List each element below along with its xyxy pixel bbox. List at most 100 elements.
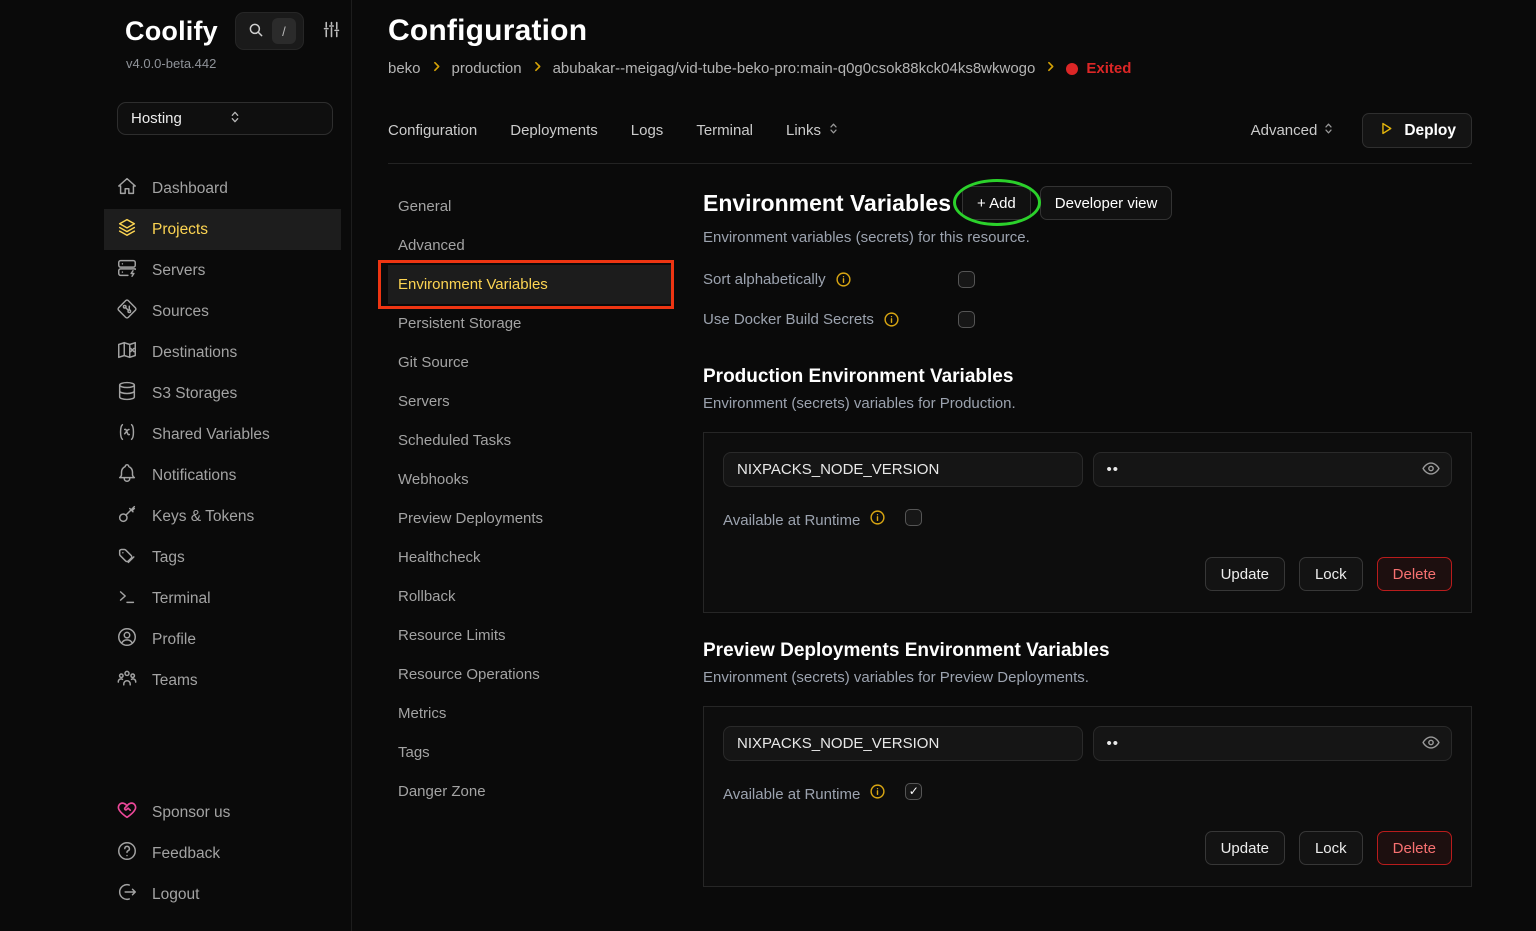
subnav-item-metrics[interactable]: Metrics — [388, 694, 672, 733]
sidebar-item-label: Sources — [152, 303, 209, 321]
search-button[interactable]: / — [235, 12, 304, 50]
team-select-value: Hosting — [131, 110, 227, 127]
subnav-item-healthcheck[interactable]: Healthcheck — [388, 538, 672, 577]
sidebar-item-notifications[interactable]: Notifications — [104, 455, 341, 496]
deploy-button[interactable]: Deploy — [1362, 113, 1472, 148]
environment-variables-panel: Environment Variables + Add Developer vi… — [672, 164, 1472, 931]
subnav-item-rollback[interactable]: Rollback — [388, 577, 672, 616]
subnav-item-danger-zone[interactable]: Danger Zone — [388, 772, 672, 811]
chevron-updown-icon — [227, 109, 323, 129]
sidebar-item-label: Destinations — [152, 344, 237, 362]
sidebar-item-sponsor[interactable]: Sponsor us — [104, 792, 341, 833]
chevron-right-icon — [531, 60, 544, 77]
eye-icon — [1421, 458, 1441, 481]
sidebar-item-label: Projects — [152, 221, 208, 239]
help-circle-icon — [116, 840, 138, 867]
developer-view-button[interactable]: Developer view — [1040, 186, 1173, 220]
sidebar-item-shared-variables[interactable]: Shared Variables — [104, 414, 341, 455]
subnav-item-persistent-storage[interactable]: Persistent Storage — [388, 304, 672, 343]
sidebar-item-sources[interactable]: Sources — [104, 291, 341, 332]
search-icon — [247, 21, 265, 42]
sidebar-item-teams[interactable]: Teams — [104, 660, 341, 701]
subnav-item-servers[interactable]: Servers — [388, 382, 672, 421]
play-icon — [1378, 120, 1395, 142]
lock-button[interactable]: Lock — [1299, 557, 1363, 591]
subnav-item-git-source[interactable]: Git Source — [388, 343, 672, 382]
subnav-item-resource-limits[interactable]: Resource Limits — [388, 616, 672, 655]
breadcrumb-resource[interactable]: abubakar--meigag/vid-tube-beko-pro:main-… — [553, 60, 1036, 77]
subnav-item-webhooks[interactable]: Webhooks — [388, 460, 672, 499]
variable-value-input[interactable] — [1093, 726, 1453, 761]
available-at-runtime-row: Available at Runtime ✓ — [723, 505, 1452, 529]
map-icon — [116, 339, 138, 366]
advanced-dropdown[interactable]: Advanced — [1251, 121, 1337, 140]
sidebar-item-tags[interactable]: Tags — [104, 537, 341, 578]
tab-logs[interactable]: Logs — [631, 122, 664, 139]
available-at-runtime-row: Available at Runtime ✓ — [723, 779, 1452, 803]
git-icon — [116, 298, 138, 325]
delete-button[interactable]: Delete — [1377, 557, 1452, 591]
tab-links[interactable]: Links — [786, 121, 841, 140]
sidebar-item-label: Dashboard — [152, 180, 228, 198]
sidebar-item-label: Teams — [152, 672, 198, 690]
reveal-value-button[interactable] — [1421, 732, 1441, 755]
sidebar-item-label: Terminal — [152, 590, 211, 608]
app-version: v4.0.0-beta.442 — [126, 56, 341, 71]
reveal-value-button[interactable] — [1421, 458, 1441, 481]
sidebar-item-keys-tokens[interactable]: Keys & Tokens — [104, 496, 341, 537]
variable-icon — [116, 421, 138, 448]
sort-alphabetically-checkbox[interactable]: ✓ — [958, 271, 975, 288]
sidebar-item-label: Keys & Tokens — [152, 508, 254, 526]
subnav-item-general[interactable]: General — [388, 187, 672, 226]
update-button[interactable]: Update — [1205, 831, 1285, 865]
runtime-label: Available at Runtime — [723, 786, 860, 803]
sidebar-item-dashboard[interactable]: Dashboard — [104, 168, 341, 209]
breadcrumb-project[interactable]: beko — [388, 60, 421, 77]
team-select[interactable]: Hosting — [117, 102, 333, 135]
subnav-item-advanced[interactable]: Advanced — [388, 226, 672, 265]
sidebar-item-servers[interactable]: Servers — [104, 250, 341, 291]
sidebar-item-label: S3 Storages — [152, 385, 237, 403]
subnav-item-scheduled-tasks[interactable]: Scheduled Tasks — [388, 421, 672, 460]
docker-build-secrets-checkbox[interactable]: ✓ — [958, 311, 975, 328]
toggle-label: Use Docker Build Secrets — [703, 311, 874, 328]
chevron-updown-icon — [1321, 121, 1336, 140]
production-env-section: Production Environment Variables Environ… — [703, 366, 1472, 613]
database-icon — [116, 380, 138, 407]
sidebar-item-s3-storages[interactable]: S3 Storages — [104, 373, 341, 414]
settings-subnav: General Advanced Environment Variables P… — [388, 164, 672, 931]
lock-button[interactable]: Lock — [1299, 831, 1363, 865]
runtime-checkbox[interactable]: ✓ — [905, 509, 922, 526]
tab-deployments[interactable]: Deployments — [510, 122, 598, 139]
sidebar-item-profile[interactable]: Profile — [104, 619, 341, 660]
info-icon — [883, 311, 900, 328]
subnav-item-environment-variables[interactable]: Environment Variables — [388, 265, 672, 304]
filter-sliders-button[interactable] — [321, 19, 342, 43]
status-badge: Exited — [1066, 60, 1131, 77]
add-variable-button[interactable]: + Add — [962, 186, 1031, 220]
runtime-checkbox[interactable]: ✓ — [905, 783, 922, 800]
eye-icon — [1421, 732, 1441, 755]
sidebar-item-feedback[interactable]: Feedback — [104, 833, 341, 874]
sidebar-item-terminal[interactable]: Terminal — [104, 578, 341, 619]
sidebar-item-logout[interactable]: Logout — [104, 874, 341, 915]
variable-value-input[interactable] — [1093, 452, 1453, 487]
sidebar-item-label: Feedback — [152, 845, 220, 863]
tab-configuration[interactable]: Configuration — [388, 122, 477, 139]
breadcrumb-environment[interactable]: production — [452, 60, 522, 77]
delete-button[interactable]: Delete — [1377, 831, 1452, 865]
update-button[interactable]: Update — [1205, 557, 1285, 591]
tab-terminal[interactable]: Terminal — [696, 122, 753, 139]
sidebar: Coolify / v4.0.0-beta.442 Hosting — [0, 0, 352, 931]
sidebar-item-label: Tags — [152, 549, 185, 567]
subnav-item-preview-deployments[interactable]: Preview Deployments — [388, 499, 672, 538]
subnav-item-label: Environment Variables — [398, 276, 548, 293]
variable-key-input[interactable] — [723, 452, 1083, 487]
subnav-item-resource-operations[interactable]: Resource Operations — [388, 655, 672, 694]
subnav-item-tags[interactable]: Tags — [388, 733, 672, 772]
variable-key-input[interactable] — [723, 726, 1083, 761]
advanced-label: Advanced — [1251, 122, 1318, 139]
sidebar-item-projects[interactable]: Projects — [104, 209, 341, 250]
sidebar-item-destinations[interactable]: Destinations — [104, 332, 341, 373]
sidebar-item-label: Servers — [152, 262, 205, 280]
